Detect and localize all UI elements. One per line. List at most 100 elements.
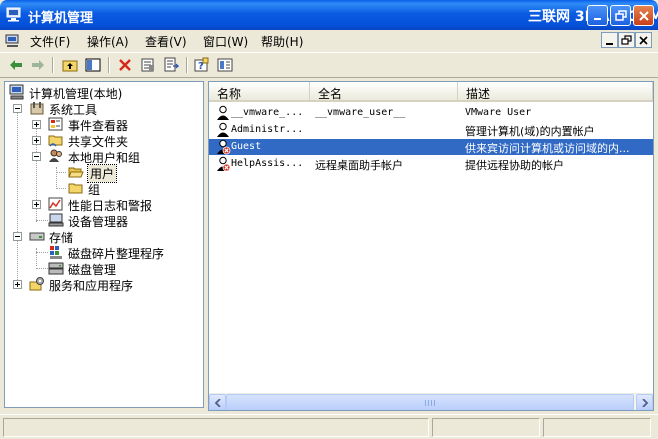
tree-item-groups[interactable]: 组 bbox=[52, 180, 122, 197]
menu-action[interactable]: 操作(A) bbox=[87, 33, 129, 50]
column-header-name[interactable]: 名称 bbox=[209, 82, 310, 102]
scroll-thumb[interactable] bbox=[226, 394, 634, 410]
toolbar-separator bbox=[108, 57, 110, 73]
status-panel-3 bbox=[543, 418, 651, 437]
tree-item-disk-management[interactable]: 磁盘管理 bbox=[32, 260, 202, 277]
column-header-description[interactable]: 描述 bbox=[458, 82, 653, 102]
tree-item-users[interactable]: 用户 bbox=[52, 164, 122, 183]
forward-button[interactable] bbox=[28, 56, 48, 74]
close-icon bbox=[639, 11, 649, 21]
performance-icon bbox=[48, 197, 63, 211]
help-icon: ? bbox=[194, 57, 209, 72]
tree-item-services-apps[interactable]: 服务和应用程序 bbox=[13, 276, 203, 293]
horizontal-scrollbar[interactable] bbox=[209, 393, 653, 410]
menu-bar: 文件(F) 操作(A) 查看(V) 窗口(W) 帮助(H) bbox=[0, 30, 658, 52]
delete-icon bbox=[119, 59, 131, 71]
status-panel-main bbox=[3, 418, 429, 437]
defrag-icon bbox=[50, 246, 62, 259]
export-list-button[interactable] bbox=[161, 56, 181, 74]
title-bar[interactable]: 计算机管理 三联网 3LIAN.COM bbox=[0, 0, 658, 30]
mmc-icon bbox=[217, 58, 233, 72]
toolbar: ? bbox=[0, 52, 658, 78]
minimize-icon bbox=[594, 18, 601, 20]
cell-description: VMware User bbox=[465, 107, 532, 118]
scroll-right-icon bbox=[642, 399, 649, 407]
list-row[interactable]: Administr... 管理计算机(域)的内置帐户 bbox=[209, 122, 653, 138]
mmc-console-button[interactable] bbox=[215, 56, 235, 74]
storage-icon bbox=[29, 232, 45, 241]
tree-item-device-manager[interactable]: 设备管理器 bbox=[32, 212, 202, 229]
show-hide-tree-icon bbox=[85, 58, 101, 72]
cell-description: 提供远程协助的帐户 bbox=[465, 159, 564, 172]
mmc-app-icon[interactable] bbox=[5, 33, 21, 49]
cell-fullname: __vmware_user__ bbox=[315, 107, 406, 118]
users-groups-icon bbox=[49, 149, 62, 162]
restore-button[interactable] bbox=[610, 5, 631, 26]
list-row[interactable]: __vmware_... __vmware_user__ VMware User bbox=[209, 105, 653, 121]
column-header-fullname[interactable]: 全名 bbox=[310, 82, 458, 102]
cell-fullname: 远程桌面助手帐户 bbox=[315, 159, 403, 172]
tree-connector bbox=[56, 188, 66, 189]
scroll-left-button[interactable] bbox=[209, 394, 226, 410]
cell-name: Guest bbox=[231, 141, 262, 152]
expand-icon[interactable] bbox=[32, 136, 41, 145]
tree-item-shared-folders[interactable]: 共享文件夹 bbox=[32, 132, 202, 149]
menu-view[interactable]: 查看(V) bbox=[145, 33, 187, 50]
cell-name: Administr... bbox=[231, 124, 304, 135]
tree-item-storage[interactable]: 存储 bbox=[13, 228, 203, 245]
back-button[interactable] bbox=[6, 56, 26, 74]
tree-item-performance-logs[interactable]: 性能日志和警报 bbox=[32, 196, 202, 213]
user-list-view[interactable]: 名称 全名 描述 __vmware_... __vmware_user__ VM… bbox=[208, 81, 654, 411]
close-icon bbox=[639, 36, 648, 45]
up-level-button[interactable] bbox=[60, 56, 80, 74]
mdi-minimize-button[interactable] bbox=[601, 32, 618, 48]
properties-icon bbox=[141, 58, 154, 72]
tree-item-local-users-groups[interactable]: 本地用户和组 bbox=[32, 148, 202, 165]
export-list-icon bbox=[164, 57, 179, 72]
expand-icon[interactable] bbox=[13, 280, 22, 289]
show-hide-tree-button[interactable] bbox=[83, 56, 103, 74]
system-tools-icon bbox=[30, 102, 44, 115]
properties-button[interactable] bbox=[138, 56, 158, 74]
computer-icon bbox=[9, 84, 24, 100]
folder-icon bbox=[68, 183, 83, 194]
up-folder-icon bbox=[62, 60, 78, 72]
expand-icon[interactable] bbox=[32, 200, 41, 209]
mdi-close-button[interactable] bbox=[635, 32, 652, 48]
computer-management-icon bbox=[6, 7, 21, 22]
collapse-icon[interactable] bbox=[13, 104, 22, 113]
event-viewer-icon bbox=[48, 117, 63, 131]
mdi-restore-button[interactable] bbox=[618, 32, 635, 48]
help-button[interactable]: ? bbox=[192, 56, 212, 74]
tree-connector bbox=[36, 268, 48, 269]
delete-button[interactable] bbox=[115, 56, 135, 74]
user-icon bbox=[217, 122, 229, 137]
scroll-grip bbox=[425, 400, 435, 406]
minimize-icon bbox=[606, 43, 613, 45]
console-tree[interactable]: 计算机管理(本地) 系统工具 事件查看器 共享文件夹 本地用户和组 用户 组 性… bbox=[4, 81, 204, 408]
window-title: 计算机管理 bbox=[28, 11, 94, 26]
list-row[interactable]: HelpAssis... 远程桌面助手帐户 提供远程协助的帐户 bbox=[209, 156, 653, 172]
tree-connector bbox=[36, 220, 48, 221]
expand-icon[interactable] bbox=[32, 120, 41, 129]
tree-root-computer-management[interactable]: 计算机管理(本地) bbox=[9, 84, 199, 101]
tree-item-system-tools[interactable]: 系统工具 bbox=[13, 100, 203, 117]
close-button[interactable] bbox=[633, 5, 654, 26]
disabled-user-icon bbox=[217, 156, 231, 172]
cell-description: 管理计算机(域)的内置帐户 bbox=[465, 125, 595, 138]
menu-help[interactable]: 帮助(H) bbox=[261, 33, 303, 50]
restore-icon bbox=[621, 35, 632, 45]
menu-window[interactable]: 窗口(W) bbox=[203, 33, 248, 50]
minimize-button[interactable] bbox=[587, 5, 608, 26]
scroll-right-button[interactable] bbox=[636, 394, 653, 410]
tree-item-disk-defrag[interactable]: 磁盘碎片整理程序 bbox=[32, 244, 202, 261]
collapse-icon[interactable] bbox=[13, 232, 22, 241]
menu-file[interactable]: 文件(F) bbox=[30, 33, 70, 50]
cell-name: __vmware_... bbox=[231, 107, 304, 118]
collapse-icon[interactable] bbox=[32, 152, 41, 161]
tree-item-event-viewer[interactable]: 事件查看器 bbox=[32, 116, 202, 133]
folder-open-icon bbox=[68, 167, 84, 178]
list-row-selected[interactable]: Guest 供来宾访问计算机或访问域的内... bbox=[209, 139, 653, 155]
tree-connector bbox=[17, 104, 18, 286]
disk-management-icon bbox=[48, 262, 64, 275]
